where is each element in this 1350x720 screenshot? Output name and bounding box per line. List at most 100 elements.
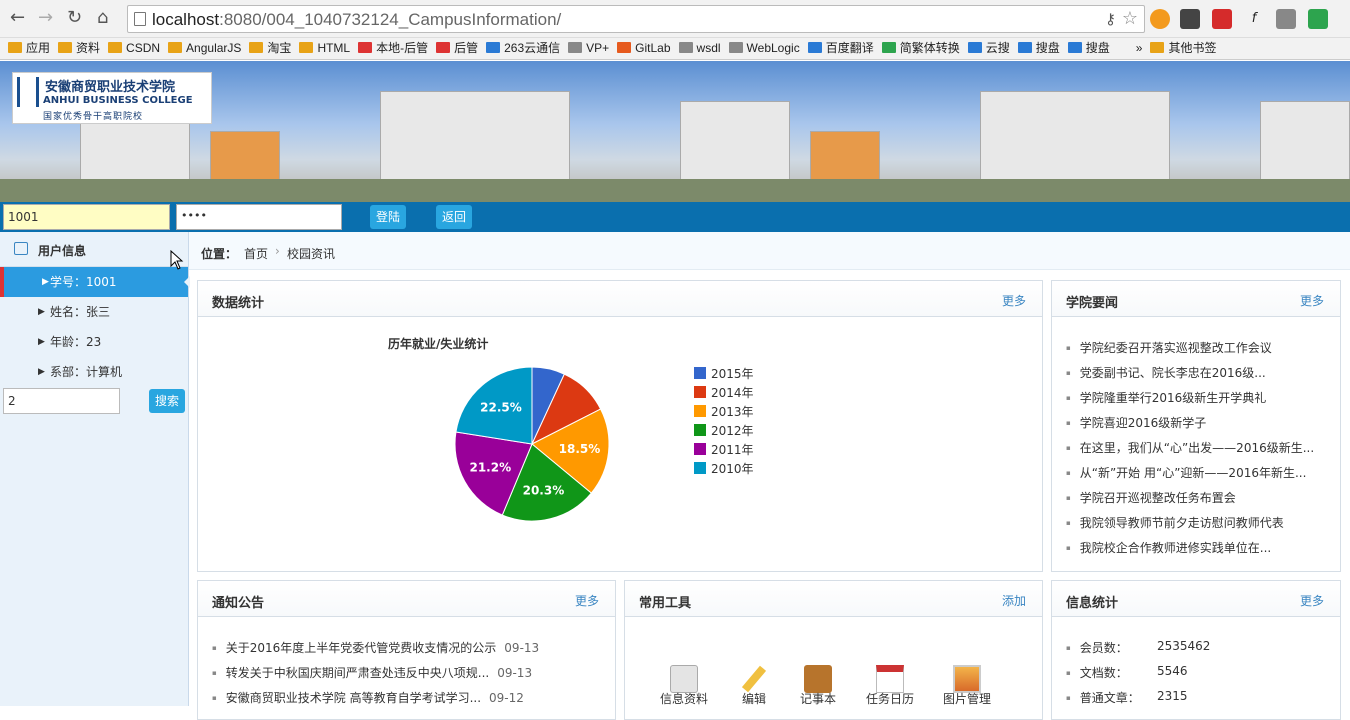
stat-value: 2315 (1157, 689, 1188, 703)
bookmark-item[interactable]: HTML (299, 38, 350, 59)
search-input[interactable]: 2 (3, 388, 120, 414)
back-icon[interactable]: ← (10, 8, 25, 28)
sidebar-item-department[interactable]: ▶ 系部：计算机 (0, 357, 188, 387)
pie-data-label: 21.2% (469, 460, 511, 474)
legend-label: 2015年 (711, 367, 754, 381)
bookmark-item[interactable]: CSDN (108, 38, 160, 59)
news-item[interactable]: 学院隆重举行2016级新生开学典礼 (1066, 389, 1267, 406)
news-item[interactable]: 在这里，我们从“心”出发——2016级新生... (1066, 439, 1314, 456)
search-button[interactable]: 搜索 (149, 389, 185, 413)
bookmark-item[interactable]: 云搜 (967, 38, 1010, 59)
bookmark-item[interactable]: » (1118, 38, 1143, 59)
picture-icon (953, 665, 981, 693)
college-logo: 安徽商贸职业技术学院 ANHUI BUSINESS COLLEGE 国家优秀骨干… (12, 72, 212, 124)
sidebar-item-name[interactable]: ▶ 姓名：张三 (0, 297, 188, 327)
bookmark-folder-icon (249, 42, 264, 53)
home-icon[interactable]: ⌂ (97, 8, 108, 28)
extension-icon[interactable] (1212, 9, 1232, 29)
breadcrumb: 位置： 首页 › 校园资讯 (189, 232, 1350, 270)
document-icon (670, 665, 698, 693)
bookmark-item[interactable]: 资料 (58, 38, 100, 59)
bookmark-item[interactable]: 搜盘 (1067, 38, 1110, 59)
username-input[interactable]: 1001 (3, 204, 170, 230)
bookmark-item[interactable]: 百度翻译 (807, 38, 874, 59)
bookmark-item[interactable]: 搜盘 (1017, 38, 1060, 59)
key-icon[interactable]: ⚷ (1105, 10, 1116, 28)
sidebar-header: 用户信息 (0, 232, 188, 267)
notice-item[interactable]: 安徽商贸职业技术学院 高等教育自学考试学习...09-12 (212, 689, 524, 706)
forward-icon[interactable]: → (38, 8, 53, 28)
bookmark-folder-icon (967, 42, 982, 53)
more-link[interactable]: 更多 (575, 592, 599, 609)
news-item[interactable]: 我院校企合作教师进修实践单位在... (1066, 539, 1271, 556)
bookmark-folder-icon (1017, 42, 1032, 53)
more-link[interactable]: 更多 (1300, 592, 1324, 609)
bookmarks-bar: 应用 资料 CSDN AngularJS 淘宝 HTML 本地-后管 后管 263云通信 VP+ G… (0, 38, 1350, 60)
stat-value: 2535462 (1157, 639, 1211, 653)
tool-images[interactable]: 图片管理 (932, 665, 1002, 706)
bookmark-folder-icon (108, 42, 123, 53)
bookmark-folder-icon (678, 42, 693, 53)
bookmark-item[interactable]: GitLab (617, 38, 671, 59)
building-image (1260, 101, 1350, 181)
caret-right-icon: ▶ (38, 337, 45, 347)
news-item[interactable]: 从“新”开始 用“心”迎新——2016年新生... (1066, 464, 1307, 481)
bookmark-item[interactable]: wsdl (678, 38, 721, 59)
legend-label: 2011年 (711, 443, 754, 457)
news-item[interactable]: 学院召开巡视整改任务布置会 (1066, 489, 1236, 506)
notice-panel: 通知公告 更多 关于2016年度上半年党委代管党费收支情况的公示09-13 转发关… (197, 580, 616, 720)
sidebar-item-student-id[interactable]: ▶ 学号：1001 (0, 267, 188, 297)
bookmark-folder-icon (1067, 42, 1082, 53)
bookmark-item[interactable]: 简繁体转换 (881, 38, 960, 59)
panel-title: 常用工具 (639, 596, 692, 611)
news-item[interactable]: 学院喜迎2016级新学子 (1066, 414, 1207, 431)
legend-item: 2015年 (694, 365, 754, 382)
more-link[interactable]: 更多 (1300, 292, 1324, 309)
bookmark-item[interactable]: AngularJS (168, 38, 241, 59)
tool-calendar[interactable]: 任务日历 (855, 665, 925, 706)
bookmark-item[interactable]: 后管 (436, 38, 478, 59)
reload-icon[interactable]: ↻ (67, 8, 82, 28)
extension-icon[interactable]: f (1244, 9, 1264, 29)
pie-data-label: 18.5% (559, 442, 601, 456)
add-link[interactable]: 添加 (1002, 592, 1026, 609)
bookmark-folder-icon (299, 42, 314, 53)
extension-icon[interactable] (1150, 9, 1170, 29)
calendar-icon (876, 665, 904, 693)
notice-item[interactable]: 关于2016年度上半年党委代管党费收支情况的公示09-13 (212, 639, 539, 656)
password-input[interactable]: •••• (176, 204, 342, 230)
bookmark-folder-icon (58, 42, 73, 53)
bookmark-item[interactable]: 淘宝 (249, 38, 291, 59)
bookmark-folder-icon (728, 42, 743, 53)
panel-title: 信息统计 (1066, 596, 1119, 611)
tool-info[interactable]: 信息资料 (649, 665, 719, 706)
extension-icon[interactable] (1308, 9, 1328, 29)
legend-label: 2014年 (711, 386, 754, 400)
bookmark-item[interactable]: 其他书签 (1150, 38, 1216, 59)
notice-item[interactable]: 转发关于中秋国庆期间严肃查处违反中央八项规...09-13 (212, 664, 532, 681)
breadcrumb-home[interactable]: 首页 (244, 245, 268, 262)
back-button[interactable]: 返回 (436, 205, 472, 229)
more-link[interactable]: 更多 (1002, 292, 1026, 309)
bookmark-item[interactable]: 应用 (8, 38, 50, 59)
news-item[interactable]: 学院纪委召开落实巡视整改工作会议 (1066, 339, 1272, 356)
news-item[interactable]: 我院领导教师节前夕走访慰问教师代表 (1066, 514, 1284, 531)
bookmark-item[interactable]: WebLogic (728, 38, 800, 59)
caret-right-icon: ▶ (38, 367, 45, 377)
login-button[interactable]: 登陆 (370, 205, 406, 229)
tool-edit[interactable]: 编辑 (719, 665, 789, 706)
address-bar[interactable]: localhost:8080/004_1040732124_CampusInfo… (127, 5, 1145, 33)
tool-notepad[interactable]: 记事本 (783, 665, 853, 706)
building-image (810, 131, 880, 181)
sidebar-item-age[interactable]: ▶ 年龄：23 (0, 327, 188, 357)
url-text: localhost:8080/004_1040732124_CampusInfo… (152, 10, 562, 29)
extension-icon[interactable] (1276, 9, 1296, 29)
extension-icon[interactable] (1180, 9, 1200, 29)
news-item[interactable]: 党委副书记、院长李忠在2016级... (1066, 364, 1266, 381)
pie-chart: 18.5% 20.3% 21.2% 22.5% (454, 366, 610, 522)
bookmark-item[interactable]: VP+ (568, 38, 609, 59)
bookmark-star-icon[interactable]: ☆ (1122, 8, 1138, 29)
address-book-icon (804, 665, 832, 693)
bookmark-item[interactable]: 263云通信 (486, 38, 560, 59)
bookmark-item[interactable]: 本地-后管 (358, 38, 428, 59)
